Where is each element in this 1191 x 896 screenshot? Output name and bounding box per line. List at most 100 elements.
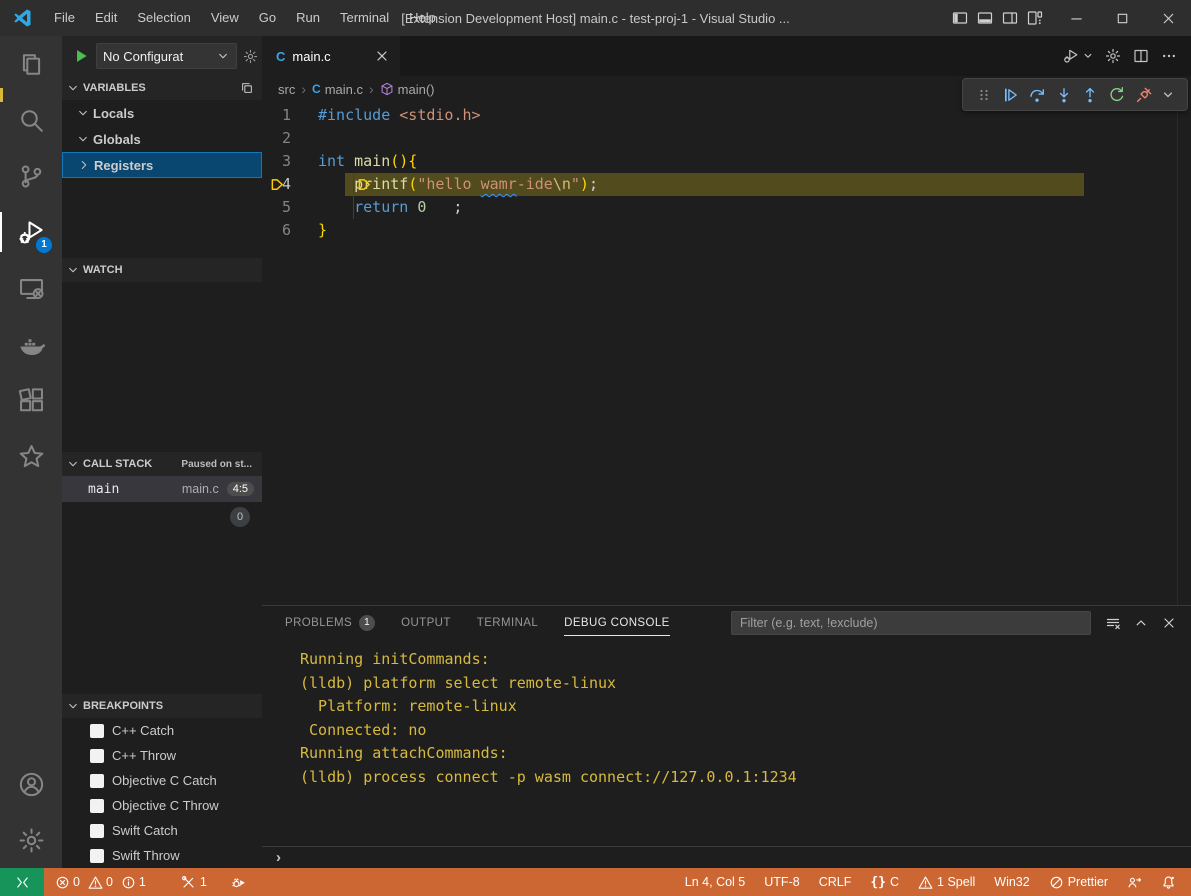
- status-item-win32[interactable]: Win32: [989, 875, 1034, 889]
- status-item-prettier[interactable]: Prettier: [1044, 875, 1113, 890]
- start-debug-button[interactable]: [72, 47, 90, 65]
- variables-item-locals[interactable]: Locals: [62, 100, 262, 126]
- breakpoint-checkbox[interactable]: [90, 824, 104, 838]
- debug-session-status[interactable]: [226, 875, 251, 890]
- layout-custom-icon[interactable]: [1027, 10, 1043, 26]
- breadcrumb-item-src[interactable]: src: [278, 82, 295, 97]
- debug-config-dropdown[interactable]: No Configurat: [96, 43, 237, 69]
- activity-item-remote-explorer[interactable]: [0, 260, 62, 316]
- breakpoints-section-header[interactable]: BREAKPOINTS: [62, 694, 262, 718]
- breakpoint-item[interactable]: Swift Catch: [62, 818, 262, 843]
- activity-item-docker[interactable]: [0, 316, 62, 372]
- code-line-4[interactable]: 4 printf("hello wamr-ide\n");: [262, 173, 1191, 196]
- breakpoint-item[interactable]: Objective C Catch: [62, 768, 262, 793]
- step-over-icon[interactable]: [1028, 86, 1046, 104]
- split-editor-icon[interactable]: [1133, 48, 1149, 64]
- status-item-bell[interactable]: [1156, 875, 1181, 890]
- maximize-window-button[interactable]: [1099, 0, 1145, 36]
- tools-status[interactable]: 1: [176, 875, 212, 890]
- panel-tab-debug-console[interactable]: DEBUG CONSOLE: [564, 606, 670, 640]
- panel-tab-problems[interactable]: PROBLEMS1: [285, 606, 375, 640]
- breakpoint-item[interactable]: Swift Throw: [62, 843, 262, 868]
- configure-gear-icon[interactable]: [243, 49, 258, 64]
- breakpoint-checkbox[interactable]: [90, 849, 104, 863]
- status-item-utf-8[interactable]: UTF-8: [759, 875, 804, 889]
- activity-item-explorer[interactable]: [0, 36, 62, 92]
- gear-icon[interactable]: [1105, 48, 1121, 64]
- menu-run[interactable]: Run: [286, 0, 330, 36]
- panel-tab-terminal[interactable]: TERMINAL: [477, 606, 538, 640]
- layout-sidebar-icon[interactable]: [952, 10, 968, 26]
- editor-scrollbar[interactable]: [1177, 102, 1191, 605]
- minimize-window-button[interactable]: [1053, 0, 1099, 36]
- activity-item-extensions[interactable]: [0, 372, 62, 428]
- status-item-c[interactable]: {}C: [865, 875, 904, 890]
- copy-icon[interactable]: [240, 81, 254, 95]
- debug-console-input[interactable]: ›: [262, 846, 1191, 868]
- breakpoint-checkbox[interactable]: [90, 749, 104, 763]
- menu-edit[interactable]: Edit: [85, 0, 127, 36]
- step-into-icon[interactable]: [1055, 86, 1073, 104]
- remote-indicator[interactable]: [0, 868, 44, 896]
- code-line-2[interactable]: 2: [262, 127, 1191, 150]
- problems-status[interactable]: 0 0 1: [50, 875, 156, 890]
- activity-item-accounts[interactable]: [0, 756, 62, 812]
- tab-main-c[interactable]: C main.c: [262, 36, 400, 76]
- close-window-button[interactable]: [1145, 0, 1191, 36]
- layout-sidebar-right-icon[interactable]: [1002, 10, 1018, 26]
- breadcrumb-item-main[interactable]: main(): [380, 82, 435, 97]
- tab-bar: C main.c: [262, 36, 1191, 76]
- step-out-icon[interactable]: [1081, 86, 1099, 104]
- clear-console-icon[interactable]: [1105, 615, 1121, 631]
- restart-icon[interactable]: [1108, 86, 1126, 104]
- status-item-label: UTF-8: [764, 875, 799, 889]
- layout-panel-icon[interactable]: [977, 10, 993, 26]
- watch-section-header[interactable]: WATCH: [62, 258, 262, 282]
- activity-item-source-control[interactable]: [0, 148, 62, 204]
- breakpoint-checkbox[interactable]: [90, 799, 104, 813]
- breadcrumb-label: main(): [398, 82, 435, 97]
- variables-item-registers[interactable]: Registers: [62, 152, 262, 178]
- code-line-6[interactable]: 6}: [262, 219, 1191, 242]
- breakpoint-item[interactable]: C++ Throw: [62, 743, 262, 768]
- problems-count-badge: 1: [359, 615, 375, 631]
- console-filter-input[interactable]: [731, 611, 1091, 635]
- activity-item-run-and-debug[interactable]: 1: [0, 204, 62, 260]
- activity-item-search[interactable]: [0, 92, 62, 148]
- menu-go[interactable]: Go: [249, 0, 286, 36]
- menu-terminal[interactable]: Terminal: [330, 0, 399, 36]
- disconnect-icon[interactable]: [1135, 86, 1153, 104]
- variables-item-globals[interactable]: Globals: [62, 126, 262, 152]
- code-line-5[interactable]: 5 return 0;: [262, 196, 1191, 219]
- status-item-crlf[interactable]: CRLF: [814, 875, 857, 889]
- close-tab-icon[interactable]: [374, 48, 390, 64]
- breadcrumb-item-mainc[interactable]: Cmain.c: [312, 82, 363, 97]
- breakpoint-checkbox[interactable]: [90, 774, 104, 788]
- activity-item-settings[interactable]: [0, 812, 62, 868]
- stop-dropdown-chevron-icon[interactable]: [1162, 89, 1174, 101]
- run-debug-icon[interactable]: [1063, 48, 1079, 64]
- status-item-ln-4-col-5[interactable]: Ln 4, Col 5: [680, 875, 750, 889]
- code-line-3[interactable]: 3int main(){: [262, 150, 1191, 173]
- menu-view[interactable]: View: [201, 0, 249, 36]
- breakpoint-item[interactable]: Objective C Throw: [62, 793, 262, 818]
- panel-tab-output[interactable]: OUTPUT: [401, 606, 451, 640]
- chevron-down-sm-icon[interactable]: [1083, 51, 1093, 61]
- call-stack-section-header[interactable]: CALL STACK Paused on st...: [62, 452, 262, 476]
- chevron-down-icon: [76, 106, 90, 120]
- maximize-panel-icon[interactable]: [1133, 615, 1149, 631]
- call-stack-frame-row[interactable]: main main.c 4:5: [62, 476, 262, 502]
- status-item-feedback[interactable]: [1122, 875, 1147, 890]
- ellipsis-icon[interactable]: [1161, 48, 1177, 64]
- close-panel-icon[interactable]: [1161, 615, 1177, 631]
- variables-section-header[interactable]: VARIABLES: [62, 76, 262, 100]
- menu-file[interactable]: File: [44, 0, 85, 36]
- status-item-1-spell[interactable]: 1 Spell: [913, 875, 980, 890]
- activity-item-wamr-ide[interactable]: [0, 428, 62, 484]
- breakpoint-item[interactable]: C++ Catch: [62, 718, 262, 743]
- breakpoint-checkbox[interactable]: [90, 724, 104, 738]
- continue-icon[interactable]: [1001, 86, 1019, 104]
- panel-tab-label: OUTPUT: [401, 617, 451, 629]
- code-token: [318, 175, 354, 193]
- menu-selection[interactable]: Selection: [127, 0, 200, 36]
